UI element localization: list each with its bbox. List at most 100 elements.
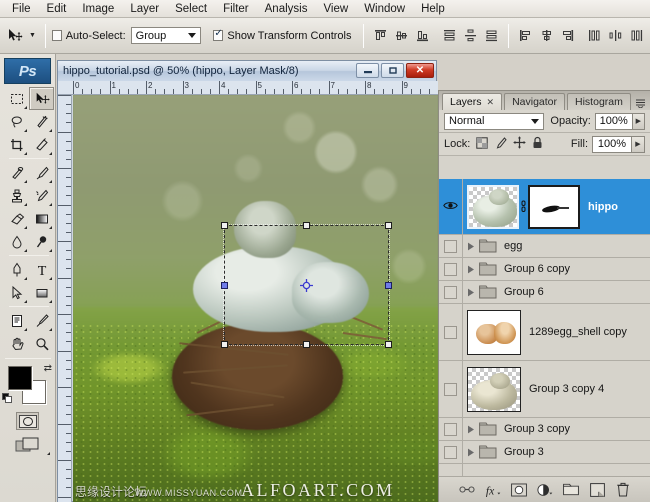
- table-row[interactable]: Group 6: [439, 281, 650, 304]
- layer-visibility-toggle[interactable]: [439, 441, 463, 463]
- canvas[interactable]: 思缘设计论坛 WWW.MISSYUAN.COM ALFOART.COM: [73, 95, 438, 502]
- move-tool[interactable]: [29, 87, 54, 110]
- menu-item-file[interactable]: File: [4, 2, 39, 16]
- blur-tool[interactable]: [4, 230, 29, 253]
- layer-list[interactable]: hippo egg: [439, 179, 650, 477]
- auto-select-dropdown[interactable]: Group: [131, 27, 201, 44]
- new-layer-icon[interactable]: [589, 482, 605, 498]
- hippo-group-thumb[interactable]: [467, 367, 521, 412]
- menu-item-image[interactable]: Image: [74, 2, 122, 16]
- minimize-button[interactable]: [356, 63, 379, 78]
- layer-visibility-toggle[interactable]: [439, 361, 463, 417]
- align-bottom-edges-icon[interactable]: [413, 27, 432, 45]
- transform-reference-point-icon[interactable]: [300, 279, 313, 292]
- dodge-tool[interactable]: [29, 230, 54, 253]
- lasso-tool[interactable]: [4, 110, 29, 133]
- align-right-edges-icon[interactable]: [558, 27, 577, 45]
- layer-visibility-toggle[interactable]: [439, 304, 463, 360]
- vertical-ruler[interactable]: [58, 95, 72, 502]
- horizontal-ruler[interactable]: 012345678910: [58, 81, 438, 95]
- hand-tool[interactable]: [4, 332, 29, 355]
- eyedropper-tool[interactable]: [29, 309, 54, 332]
- lock-all-icon[interactable]: [532, 136, 543, 152]
- pen-tool[interactable]: [4, 258, 29, 281]
- expand-group-chevron-right-icon[interactable]: [463, 242, 478, 251]
- foreground-color-swatch[interactable]: [8, 366, 32, 390]
- layer-visibility-toggle[interactable]: [439, 235, 463, 257]
- move-tool-icon[interactable]: [3, 24, 26, 48]
- distribute-top-edges-icon[interactable]: [440, 27, 459, 45]
- table-row[interactable]: hippo: [439, 179, 650, 235]
- layer-visibility-toggle[interactable]: [439, 418, 463, 440]
- table-row[interactable]: Group 6 copy: [439, 258, 650, 281]
- distribute-right-edges-icon[interactable]: [627, 27, 646, 45]
- table-row[interactable]: 1289egg_shell copy: [439, 304, 650, 361]
- expand-group-chevron-right-icon[interactable]: [463, 265, 478, 274]
- layer-visibility-toggle[interactable]: [439, 179, 463, 234]
- table-row[interactable]: Group 3 copy: [439, 418, 650, 441]
- transform-bounding-box[interactable]: [224, 225, 389, 345]
- fill-slider-arrow-icon[interactable]: ▶: [632, 136, 645, 153]
- document-title-bar[interactable]: hippo_tutorial.psd @ 50% (hippo, Layer M…: [58, 61, 436, 81]
- align-vertical-centers-icon[interactable]: [392, 27, 411, 45]
- history-brush-tool[interactable]: [29, 184, 54, 207]
- hippo-thumb[interactable]: [467, 185, 519, 229]
- opacity-slider-arrow-icon[interactable]: ▶: [633, 113, 645, 130]
- tab-navigator[interactable]: Navigator: [504, 93, 565, 110]
- distribute-horizontal-centers-icon[interactable]: [606, 27, 625, 45]
- fill-input[interactable]: 100%: [592, 136, 632, 153]
- auto-select-checkbox[interactable]: [52, 30, 62, 41]
- link-mask-icon[interactable]: [519, 200, 528, 213]
- menu-item-help[interactable]: Help: [413, 2, 453, 16]
- close-button[interactable]: ✕: [406, 63, 434, 78]
- standard-mode-icon[interactable]: [16, 412, 39, 430]
- crop-tool[interactable]: [4, 133, 29, 156]
- lock-image-pixels-icon[interactable]: [494, 137, 507, 152]
- new-group-icon[interactable]: [563, 482, 579, 498]
- slice-tool[interactable]: [29, 133, 54, 156]
- panel-menu-icon[interactable]: [633, 95, 647, 109]
- align-left-edges-icon[interactable]: [516, 27, 535, 45]
- default-colors-icon[interactable]: [2, 393, 13, 407]
- notes-tool[interactable]: [4, 309, 29, 332]
- expand-group-chevron-right-icon[interactable]: [463, 288, 478, 297]
- path-selection-tool[interactable]: [4, 281, 29, 304]
- zoom-tool[interactable]: [29, 332, 54, 355]
- layer-visibility-toggle[interactable]: [439, 258, 463, 280]
- blend-mode-dropdown[interactable]: Normal: [444, 113, 544, 130]
- tab-layers[interactable]: Layers ✕: [442, 93, 502, 110]
- expand-group-chevron-right-icon[interactable]: [463, 425, 478, 434]
- menu-item-analysis[interactable]: Analysis: [257, 2, 316, 16]
- tool-preset-chevron-down-icon[interactable]: ▼: [26, 24, 38, 48]
- link-layers-icon[interactable]: [459, 482, 475, 498]
- menu-item-edit[interactable]: Edit: [39, 2, 75, 16]
- tab-histogram[interactable]: Histogram: [567, 93, 631, 110]
- delete-layer-icon[interactable]: [615, 482, 631, 498]
- menu-item-layer[interactable]: Layer: [122, 2, 167, 16]
- show-transform-controls-checkbox[interactable]: [213, 30, 223, 41]
- screen-mode-button[interactable]: [0, 436, 55, 456]
- swap-colors-icon[interactable]: ⇄: [44, 363, 52, 374]
- table-row[interactable]: Group 3 copy 4: [439, 361, 650, 418]
- gradient-tool[interactable]: [29, 207, 54, 230]
- close-icon[interactable]: ✕: [487, 97, 495, 108]
- layer-mask-thumb[interactable]: [528, 185, 580, 229]
- table-row[interactable]: egg: [439, 235, 650, 258]
- magic-wand-tool[interactable]: [29, 110, 54, 133]
- distribute-left-edges-icon[interactable]: [585, 27, 604, 45]
- distribute-vertical-centers-icon[interactable]: [461, 27, 480, 45]
- healing-brush-tool[interactable]: [4, 161, 29, 184]
- distribute-bottom-edges-icon[interactable]: [482, 27, 501, 45]
- table-row[interactable]: Group 3: [439, 441, 650, 464]
- opacity-input[interactable]: 100%: [595, 113, 633, 130]
- menu-item-view[interactable]: View: [315, 2, 356, 16]
- lock-transparent-pixels-icon[interactable]: [476, 137, 488, 152]
- menu-item-filter[interactable]: Filter: [215, 2, 257, 16]
- lock-position-icon[interactable]: [513, 136, 526, 152]
- new-adjustment-layer-icon[interactable]: [537, 482, 553, 498]
- menu-item-select[interactable]: Select: [167, 2, 215, 16]
- rectangle-shape-tool[interactable]: [29, 281, 54, 304]
- layer-visibility-toggle[interactable]: [439, 281, 463, 303]
- clone-stamp-tool[interactable]: [4, 184, 29, 207]
- expand-group-chevron-right-icon[interactable]: [463, 448, 478, 457]
